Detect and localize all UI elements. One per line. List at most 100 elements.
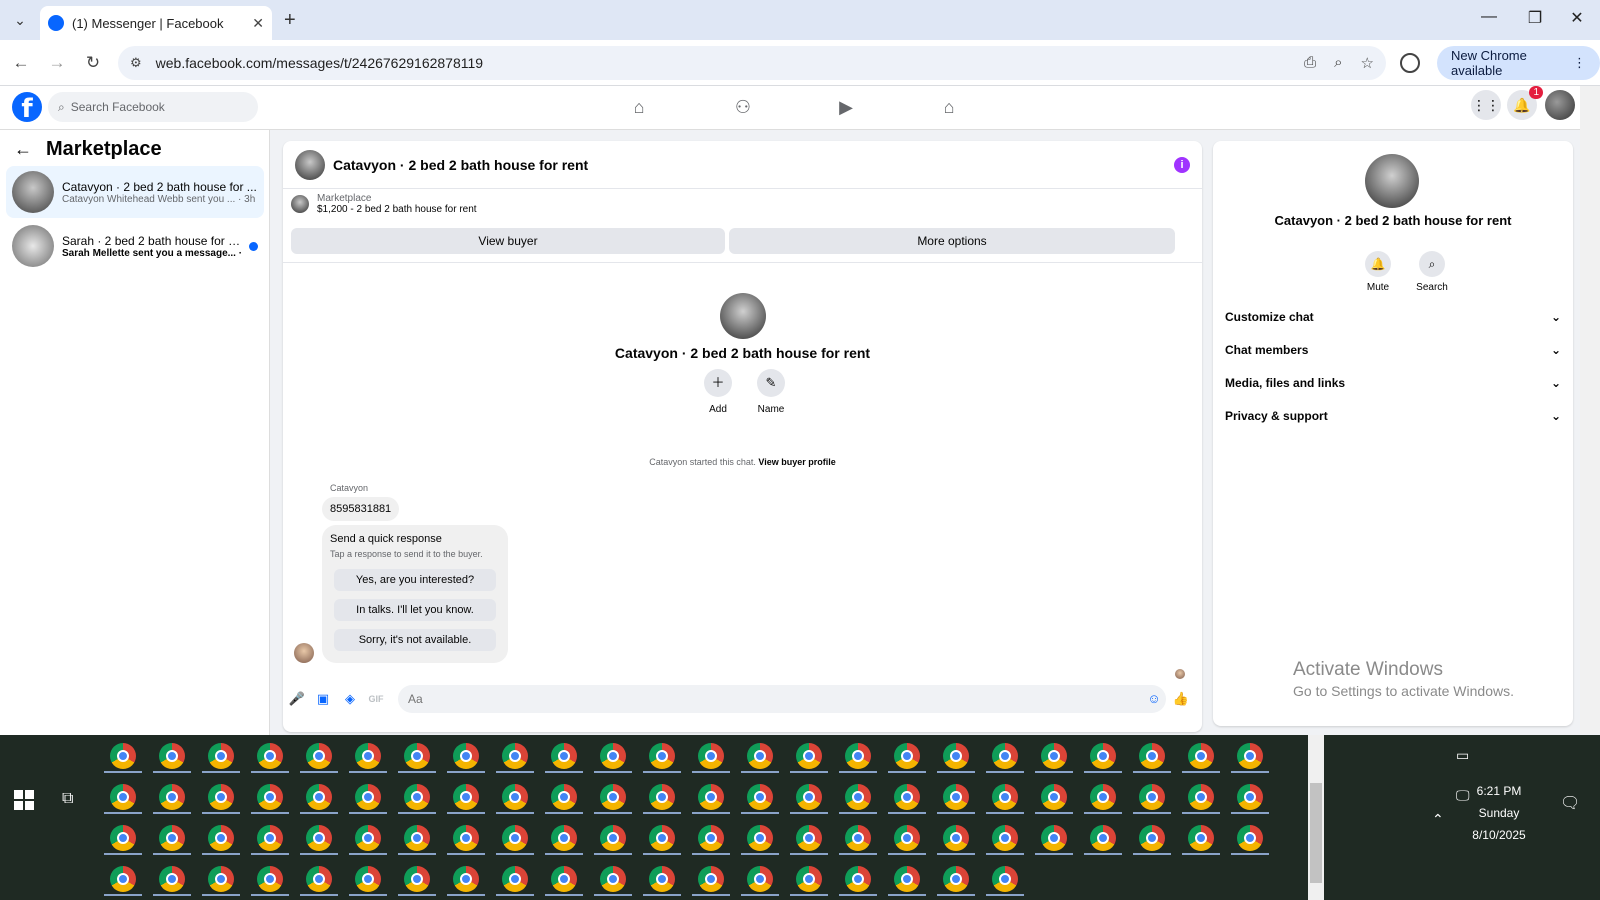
chrome-taskbar-icon[interactable] [943,866,969,892]
chrome-taskbar-icon[interactable] [943,825,969,851]
view-buyer-button[interactable]: View buyer [291,228,725,254]
chrome-taskbar-icon[interactable] [845,784,871,810]
chrome-taskbar-icon[interactable] [257,866,283,892]
chat-members-section[interactable]: Chat members ⌄ [1225,338,1561,362]
scroll-thumb[interactable] [1310,783,1322,883]
restore-button[interactable]: ❐ [1512,8,1558,28]
chrome-taskbar-icon[interactable] [551,866,577,892]
chrome-taskbar-icon[interactable] [208,784,234,810]
chrome-taskbar-icon[interactable] [208,743,234,769]
windows-start-icon[interactable] [14,790,34,810]
chrome-taskbar-icon[interactable] [992,866,1018,892]
taskbar-scrollbar[interactable] [1308,735,1324,900]
message-input[interactable] [398,685,1166,713]
chrome-taskbar-icon[interactable] [649,866,675,892]
chrome-taskbar-icon[interactable] [404,866,430,892]
chrome-taskbar-icon[interactable] [110,825,136,851]
page-scrollbar[interactable] [1580,86,1600,734]
video-icon[interactable]: ▶ [833,94,859,120]
chrome-taskbar-icon[interactable] [1237,784,1263,810]
chrome-taskbar-icon[interactable] [110,866,136,892]
chrome-taskbar-icon[interactable] [502,825,528,851]
chrome-taskbar-icon[interactable] [404,784,430,810]
chrome-taskbar-icon[interactable] [208,825,234,851]
url-text[interactable]: web.facebook.com/messages/t/242676291628… [156,55,1304,71]
chrome-taskbar-icon[interactable] [698,784,724,810]
chrome-taskbar-icon[interactable] [257,825,283,851]
site-info-icon[interactable]: ⚙ [130,55,142,71]
bookmark-star-icon[interactable]: ☆ [1361,54,1374,72]
chrome-taskbar-icon[interactable] [1041,784,1067,810]
facebook-search-input[interactable]: ⌕ Search Facebook [48,92,258,122]
chrome-taskbar-icon[interactable] [502,784,528,810]
chrome-taskbar-icon[interactable] [992,784,1018,810]
chrome-taskbar-icon[interactable] [453,825,479,851]
chrome-taskbar-icon[interactable] [796,825,822,851]
chat-title[interactable]: Catavyon · 2 bed 2 bath house for rent [333,157,1166,173]
chrome-taskbar-icon[interactable] [698,825,724,851]
forward-button[interactable]: → [46,52,68,74]
chrome-taskbar-icon[interactable] [1188,743,1214,769]
thumbs-up-icon[interactable]: 👍 [1172,690,1190,708]
facebook-logo-icon[interactable]: f [12,92,42,124]
chrome-taskbar-icon[interactable] [1188,825,1214,851]
new-tab-button[interactable]: + [284,10,296,30]
customize-chat-section[interactable]: Customize chat ⌄ [1225,305,1561,329]
back-button[interactable]: ← [10,52,32,74]
chrome-taskbar-icon[interactable] [600,743,626,769]
message-bubble[interactable]: 8595831881 [322,497,400,521]
chrome-taskbar-icon[interactable] [1041,743,1067,769]
chrome-taskbar-icon[interactable] [992,743,1018,769]
install-app-icon[interactable]: ⎙ [1304,54,1316,72]
edit-name-icon[interactable]: ✎ [757,369,785,397]
chrome-taskbar-icon[interactable] [649,743,675,769]
chrome-taskbar-icon[interactable] [355,743,381,769]
chrome-taskbar-icon[interactable] [1139,825,1165,851]
action-center-icon[interactable]: 🗨 [1560,793,1580,813]
chrome-taskbar-icon[interactable] [698,866,724,892]
conversation-item[interactable]: Catavyon · 2 bed 2 bath house for ... Ca… [6,166,264,218]
chrome-taskbar-icon[interactable] [1139,743,1165,769]
browser-tab[interactable]: (1) Messenger | Facebook ✕ [40,6,272,40]
quick-response-button[interactable]: Yes, are you interested? [334,569,496,591]
privacy-support-section[interactable]: Privacy & support ⌄ [1225,404,1561,428]
gif-icon[interactable]: GIF [367,690,385,708]
chrome-taskbar-icon[interactable] [747,743,773,769]
meet-now-icon[interactable]: ▭ [1456,747,1469,764]
chrome-taskbar-icon[interactable] [992,825,1018,851]
home-icon[interactable]: ⌂ [626,94,652,120]
minimize-button[interactable]: — [1466,8,1512,26]
chrome-taskbar-icon[interactable] [404,743,430,769]
chrome-taskbar-icon[interactable] [1188,784,1214,810]
chrome-taskbar-icon[interactable] [845,866,871,892]
chrome-taskbar-icon[interactable] [159,743,185,769]
chrome-taskbar-icon[interactable] [894,866,920,892]
chrome-taskbar-icon[interactable] [796,784,822,810]
chrome-taskbar-icon[interactable] [698,743,724,769]
chrome-taskbar-icon[interactable] [306,743,332,769]
task-view-icon[interactable]: ⧉ [62,790,73,808]
chrome-taskbar-icon[interactable] [1139,784,1165,810]
chrome-taskbar-icon[interactable] [208,866,234,892]
chrome-taskbar-icon[interactable] [110,743,136,769]
add-person-icon[interactable]: ＋ [704,369,732,397]
tab-search-dropdown-icon[interactable]: ⌄ [8,8,32,32]
chat-avatar[interactable] [295,149,325,180]
chrome-taskbar-icon[interactable] [1237,825,1263,851]
chrome-taskbar-icon[interactable] [943,743,969,769]
chrome-taskbar-icon[interactable] [306,784,332,810]
chrome-taskbar-icon[interactable] [502,866,528,892]
photo-icon[interactable]: ▣ [314,690,332,708]
chrome-taskbar-icon[interactable] [502,743,528,769]
close-window-button[interactable]: ✕ [1554,8,1600,28]
chrome-taskbar-icon[interactable] [110,784,136,810]
chrome-taskbar-icon[interactable] [649,784,675,810]
chrome-taskbar-icon[interactable] [1041,825,1067,851]
back-arrow-icon[interactable]: ← [14,139,32,160]
search-icon[interactable]: ⌕ [1419,251,1445,277]
chrome-taskbar-icon[interactable] [551,784,577,810]
address-bar[interactable]: ⚙ web.facebook.com/messages/t/2426762916… [118,46,1386,80]
chrome-taskbar-icon[interactable] [600,825,626,851]
chrome-taskbar-icon[interactable] [600,866,626,892]
chrome-taskbar-icon[interactable] [747,825,773,851]
